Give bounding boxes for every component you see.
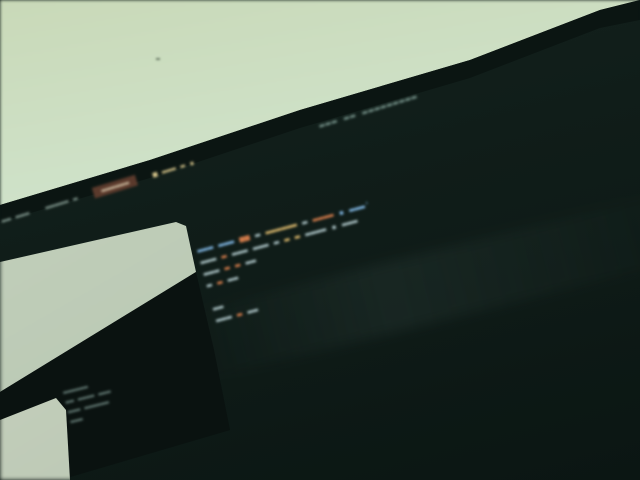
wall-mark <box>156 58 160 60</box>
photo-scene: ▬▬▬ ▬▬ ▬▬▬▬▬▬▬▬▬ ▬▬ ▬▬▬ ▬▬▬▬▬ ▬ ▬▬▬▬▬▬ ■… <box>0 0 640 480</box>
